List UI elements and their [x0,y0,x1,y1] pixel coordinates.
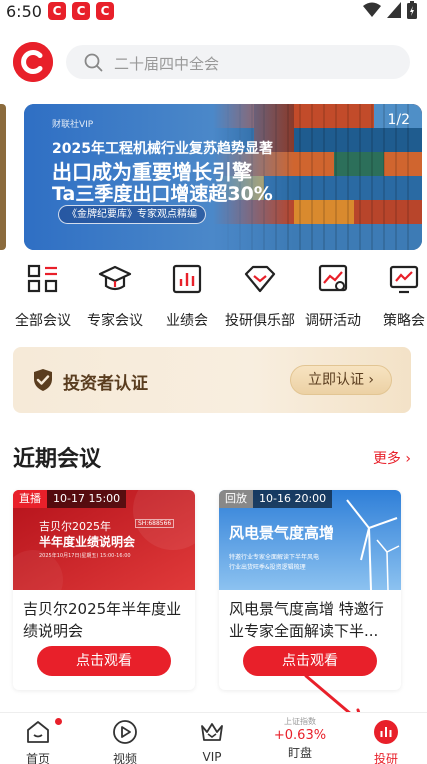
banner-previous-slide[interactable] [0,104,6,250]
watch-button[interactable]: 点击观看 [37,646,171,676]
nav-research[interactable]: 投研 [351,713,421,764]
category-earnings-calls[interactable]: 业绩会 [147,262,227,330]
thumbnail-line2: 半年度业绩说明会 [39,535,136,549]
category-label: 投研俱乐部 [225,313,295,329]
category-label: 策略会 [383,313,425,329]
status-bar: 6:50 C C C [0,0,427,26]
banner-pill: 《金牌纪要库》专家观点精编 [58,205,206,224]
nav-market-watch[interactable]: 上证指数 +0.63% 盯盘 [265,713,335,761]
stock-code: SH:688566 [135,519,175,528]
app-logo-icon[interactable] [13,42,53,82]
category-row: 全部会议 专家会议 业绩会 投研俱乐部 调研活动 策略会 [0,262,427,332]
crown-icon [201,723,223,741]
thumbnail-line1: 风电景气度高增 [229,524,335,542]
index-name: 上证指数 [284,717,316,726]
category-all-meetings[interactable]: 全部会议 [3,262,83,330]
thumbnail-line3: 行业出货旺季&投资逻辑梳理 [229,564,306,571]
nav-home[interactable]: 首页 [3,713,73,764]
play-icon [113,720,137,744]
signal-icon [387,2,401,18]
search-input[interactable]: 二十届四中全会 [114,53,219,74]
badge-time: 10-17 15:00 [47,490,127,508]
app-notification-icon: C [72,2,90,20]
home-icon [27,721,49,743]
category-label: 全部会议 [15,313,71,329]
search-icon [84,53,103,72]
meeting-title: 风电景气度高增 特邀行业专家全面解读下半... [229,600,384,640]
diamond-icon [244,265,276,293]
nav-label: VIP [202,750,222,764]
badge-kind: 回放 [219,490,253,508]
nav-vip[interactable]: VIP [177,713,247,764]
search-bar[interactable]: 二十届四中全会 [66,45,410,79]
nav-label: 首页 [25,752,50,764]
live-badge: 直播 10-17 15:00 [13,490,127,508]
thumbnail-line1: 吉贝尔2025年 [39,520,111,533]
category-label: 调研活动 [305,313,361,329]
replay-badge: 回放 10-16 20:00 [219,490,333,508]
shield-check-icon [34,369,52,391]
banner-vip-tag: 财联社VIP [52,120,94,130]
category-label: 专家会议 [87,313,143,329]
battery-icon [407,1,417,19]
trend-chart-icon [389,265,419,294]
meeting-card[interactable]: 风电景气度高增 特邀行业专家全面解读下半年风电 行业出货旺季&投资逻辑梳理 回放… [219,490,401,690]
notification-dot [55,718,62,725]
banner-headline-2: Ta三季度出口增速超30% [52,183,273,205]
category-label: 业绩会 [166,313,208,329]
bar-chart-icon [172,264,202,294]
meeting-title: 吉贝尔2025年半年度业绩说明会 [23,600,182,640]
more-link[interactable]: 更多 › [373,448,411,468]
banner-subtitle: 2025年工程机械行业复苏趋势显著 [52,141,273,157]
nav-label: 盯盘 [287,746,312,760]
wifi-icon [363,2,381,17]
banner-page-indicator: 1/2 [387,112,410,128]
investor-verification-banner[interactable]: 投资者认证 立即认证 › [13,347,411,413]
status-time: 6:50 [6,2,42,21]
section-title: 近期会议 [13,447,102,472]
app-notification-icon: C [96,2,114,20]
badge-time: 10-16 20:00 [253,490,333,508]
nav-label: 投研 [373,752,398,764]
category-research-club[interactable]: 投研俱乐部 [220,262,300,330]
verification-title: 投资者认证 [63,374,148,394]
app-notification-icon: C [48,2,66,20]
nav-video[interactable]: 视频 [90,713,160,764]
badge-kind: 直播 [13,490,47,508]
thumbnail-line2: 特邀行业专家全面解读下半年风电 [229,554,320,561]
research-icon [374,720,398,744]
category-field-research[interactable]: 调研活动 [293,262,373,330]
nav-label: 视频 [112,752,137,764]
grid-icon [27,264,58,293]
thumbnail-date: 2025年10月17日(星期五) 15:00-16:00 [39,553,131,559]
chart-search-icon [318,264,348,292]
index-change: +0.63% [273,728,327,743]
category-strategy-meetings[interactable]: 策略会 [364,262,427,330]
bottom-nav: 首页 视频 VIP 上证指数 +0.63% 盯盘 投研 [0,712,427,764]
verify-now-button[interactable]: 立即认证 › [290,365,392,395]
category-expert-meetings[interactable]: 专家会议 [75,262,155,330]
graduation-cap-icon [98,265,132,291]
promo-banner[interactable]: 财联社VIP 2025年工程机械行业复苏趋势显著 出口成为重要增长引擎 Ta三季… [24,104,422,250]
meeting-card[interactable]: 吉贝尔2025年 半年度业绩说明会 SH:688566 2025年10月17日(… [13,490,195,690]
